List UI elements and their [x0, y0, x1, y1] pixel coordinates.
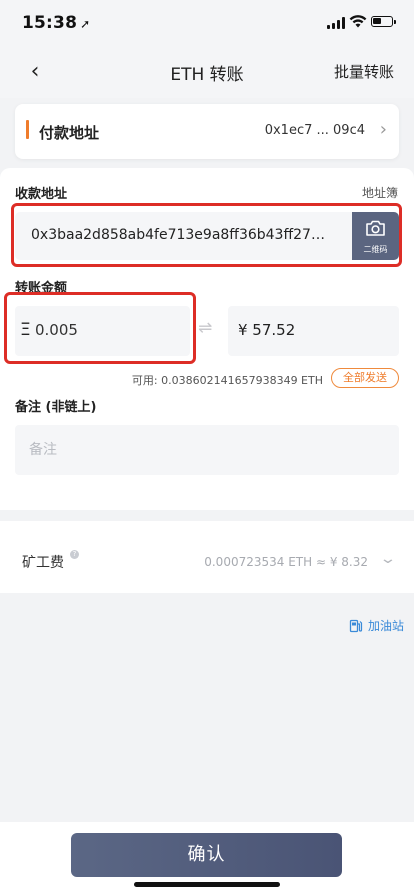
fiat-amount-field[interactable]: ¥ 57.52 — [228, 306, 399, 356]
recipient-label: 收款地址 — [15, 187, 68, 202]
confirm-button[interactable]: 确认 — [71, 833, 342, 877]
amount-value: 0.005 — [35, 321, 78, 339]
gas-station-link[interactable]: 加油站 — [349, 617, 404, 634]
recipient-address-field[interactable]: 0x3baa2d858ab4fe713e9a8ff36b43ff2768a6d8… — [15, 212, 399, 260]
memo-field — [15, 425, 399, 475]
wifi-icon — [349, 15, 367, 28]
miner-fee-row[interactable]: 矿工费 ? 0.000723534 ETH ≈ ¥ 8.32 ⌄ — [0, 521, 414, 593]
home-indicator — [134, 882, 280, 887]
status-time: 15:38 ➚ — [22, 13, 91, 33]
memo-input[interactable] — [15, 425, 399, 475]
chevron-right-icon: › — [379, 119, 387, 140]
camera-icon — [366, 220, 385, 236]
gas-station-label: 加油站 — [367, 619, 404, 633]
send-all-button[interactable]: 全部发送 — [331, 368, 399, 388]
payer-address-card[interactable]: 付款地址 0x1ec7 ... 09c4 › — [15, 104, 399, 159]
payer-address-value: 0x1ec7 ... 09c4 — [264, 123, 365, 138]
available-balance: 可用: 0.038602141657938349 ETH — [131, 374, 323, 387]
help-icon[interactable]: ? — [70, 550, 79, 559]
back-icon: ‹ — [30, 58, 40, 84]
back-button[interactable]: ‹ — [20, 56, 50, 86]
accent-bar — [26, 120, 29, 139]
battery-icon — [371, 16, 396, 27]
recipient-address-value: 0x3baa2d858ab4fe713e9a8ff36b43ff2768a6d8… — [31, 227, 331, 243]
batch-transfer-button[interactable]: 批量转账 — [334, 61, 394, 82]
nav-bar: ‹ ETH 转账 批量转账 — [0, 48, 414, 98]
gas-pump-icon — [349, 619, 363, 632]
payer-address-label: 付款地址 — [39, 124, 100, 142]
memo-label: 备注 (非链上) — [15, 400, 97, 415]
chevron-down-icon: ⌄ — [379, 551, 397, 567]
eth-symbol-icon: Ξ — [20, 320, 31, 340]
cellular-signal-icon — [327, 17, 346, 29]
address-book-link[interactable]: 地址簿 — [362, 184, 398, 201]
status-bar: 15:38 ➚ — [0, 0, 414, 48]
amount-field[interactable]: Ξ 0.005 — [15, 306, 190, 356]
miner-fee-value: 0.000723534 ETH ≈ ¥ 8.32 — [204, 555, 368, 569]
qr-code-label: 二维码 — [363, 245, 388, 254]
amount-label: 转账金额 — [15, 281, 68, 296]
scan-qr-button[interactable]: 二维码 — [352, 212, 399, 260]
miner-fee-label: 矿工费 — [22, 555, 64, 571]
location-icon: ➚ — [80, 17, 91, 31]
fiat-amount-value: ¥ 57.52 — [238, 321, 296, 339]
swap-icon: ⇌ — [198, 318, 213, 338]
